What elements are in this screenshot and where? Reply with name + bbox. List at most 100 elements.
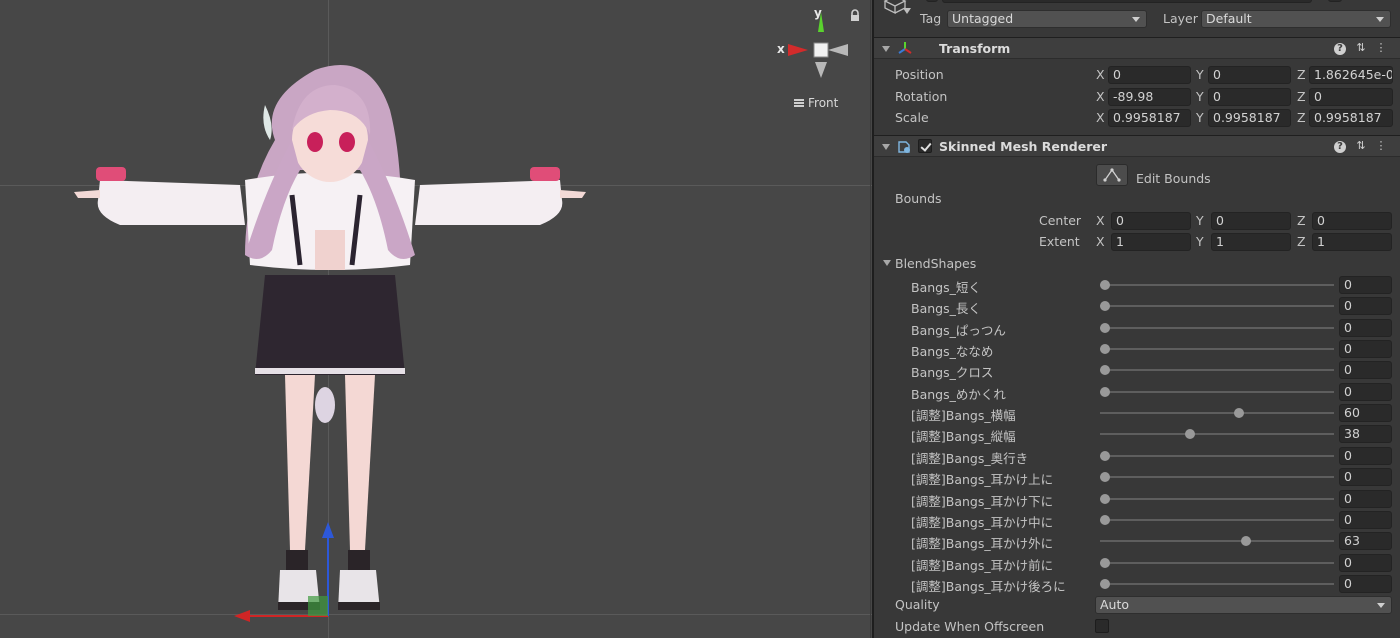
blendshape-value-field[interactable]: 0 <box>1339 297 1392 315</box>
preset-icon[interactable]: ⇅ <box>1354 139 1368 153</box>
static-flag[interactable] <box>1328 0 1342 2</box>
slider-thumb[interactable] <box>1100 280 1110 290</box>
slider-track[interactable] <box>1100 369 1334 371</box>
more-options-icon[interactable]: ⋮ <box>1374 139 1388 153</box>
slider-thumb[interactable] <box>1100 387 1110 397</box>
scene-view[interactable]: y x Front <box>0 0 872 638</box>
center-x-field[interactable]: 0 <box>1111 212 1191 230</box>
renderer-enabled-checkbox[interactable] <box>918 139 932 153</box>
slider-track[interactable] <box>1100 455 1334 457</box>
slider-track[interactable] <box>1100 284 1334 286</box>
blendshape-slider[interactable] <box>1100 573 1334 594</box>
blendshape-slider[interactable] <box>1100 466 1334 487</box>
slider-thumb[interactable] <box>1100 515 1110 525</box>
extent-x-field[interactable]: 1 <box>1111 233 1191 251</box>
blendshape-slider[interactable] <box>1100 509 1334 530</box>
foldout-arrow-icon[interactable] <box>882 144 890 150</box>
name-field[interactable] <box>942 0 1312 3</box>
blendshape-value-field[interactable]: 38 <box>1339 425 1392 443</box>
blendshape-slider[interactable] <box>1100 445 1334 466</box>
blendshape-slider[interactable] <box>1100 530 1334 551</box>
quality-dropdown[interactable]: Auto <box>1095 596 1392 614</box>
slider-thumb[interactable] <box>1185 429 1195 439</box>
slider-thumb[interactable] <box>1100 451 1110 461</box>
blendshapes-label[interactable]: BlendShapes <box>895 256 976 271</box>
scale-z-field[interactable]: 0.9958187 <box>1309 109 1393 127</box>
blendshapes-foldout-icon[interactable] <box>883 260 891 266</box>
slider-thumb[interactable] <box>1100 323 1110 333</box>
slider-track[interactable] <box>1100 498 1334 500</box>
static-checkbox[interactable] <box>926 0 938 2</box>
slider-track[interactable] <box>1100 348 1334 350</box>
cube-dropdown-icon[interactable] <box>903 8 911 14</box>
more-options-icon[interactable]: ⋮ <box>1374 41 1388 55</box>
blendshape-value-field[interactable]: 0 <box>1339 447 1392 465</box>
slider-track[interactable] <box>1100 412 1334 414</box>
slider-thumb[interactable] <box>1100 494 1110 504</box>
blendshape-value-field[interactable]: 63 <box>1339 532 1392 550</box>
slider-track[interactable] <box>1100 305 1334 307</box>
edit-bounds-button[interactable] <box>1096 164 1128 186</box>
slider-track[interactable] <box>1100 583 1334 585</box>
foldout-arrow-icon[interactable] <box>882 46 890 52</box>
blendshape-value-field[interactable]: 0 <box>1339 511 1392 529</box>
rotation-y-field[interactable]: 0 <box>1208 88 1291 106</box>
extent-z-field[interactable]: 1 <box>1312 233 1392 251</box>
slider-track[interactable] <box>1100 562 1334 564</box>
rotation-x-field[interactable]: -89.98 <box>1108 88 1191 106</box>
slider-thumb[interactable] <box>1234 408 1244 418</box>
move-tool-gizmo[interactable] <box>228 516 338 626</box>
blendshape-slider[interactable] <box>1100 402 1334 423</box>
help-icon[interactable]: ? <box>1334 141 1346 153</box>
blendshape-value-field[interactable]: 0 <box>1339 276 1392 294</box>
slider-thumb[interactable] <box>1100 558 1110 568</box>
blendshape-value-field[interactable]: 0 <box>1339 468 1392 486</box>
slider-thumb[interactable] <box>1100 344 1110 354</box>
help-icon[interactable]: ? <box>1334 43 1346 55</box>
tag-dropdown[interactable]: Untagged <box>947 10 1147 28</box>
slider-track[interactable] <box>1100 391 1334 393</box>
slider-track[interactable] <box>1100 540 1334 542</box>
position-x-field[interactable]: 0 <box>1108 66 1191 84</box>
extent-y-field[interactable]: 1 <box>1211 233 1291 251</box>
blendshape-slider[interactable] <box>1100 274 1334 295</box>
blendshape-slider[interactable] <box>1100 423 1334 444</box>
blendshape-slider[interactable] <box>1100 338 1334 359</box>
scale-x-field[interactable]: 0.9958187 <box>1108 109 1191 127</box>
blendshape-value-field[interactable]: 0 <box>1339 383 1392 401</box>
center-z-field[interactable]: 0 <box>1312 212 1392 230</box>
transform-header[interactable]: Transform ? ⇅ ⋮ <box>874 37 1400 59</box>
blendshape-value-field[interactable]: 60 <box>1339 404 1392 422</box>
slider-track[interactable] <box>1100 327 1334 329</box>
scale-y-field[interactable]: 0.9958187 <box>1208 109 1291 127</box>
update-offscreen-checkbox[interactable] <box>1095 619 1109 633</box>
slider-track[interactable] <box>1100 476 1334 478</box>
blendshape-slider[interactable] <box>1100 488 1334 509</box>
blendshape-slider[interactable] <box>1100 381 1334 402</box>
blendshape-value-field[interactable]: 0 <box>1339 340 1392 358</box>
blendshape-slider[interactable] <box>1100 295 1334 316</box>
slider-thumb[interactable] <box>1100 472 1110 482</box>
slider-thumb[interactable] <box>1100 301 1110 311</box>
blendshape-value-field[interactable]: 0 <box>1339 319 1392 337</box>
rotation-z-field[interactable]: 0 <box>1309 88 1393 106</box>
center-y-field[interactable]: 0 <box>1211 212 1291 230</box>
skinned-mesh-renderer-header[interactable]: Skinned Mesh Renderer ? ⇅ ⋮ <box>874 135 1400 157</box>
layer-dropdown[interactable]: Default <box>1201 10 1391 28</box>
slider-thumb[interactable] <box>1100 365 1110 375</box>
slider-thumb[interactable] <box>1100 579 1110 589</box>
position-z-field[interactable]: 1.862645e-0 <box>1309 66 1393 84</box>
blendshape-slider[interactable] <box>1100 359 1334 380</box>
blendshape-value-field[interactable]: 0 <box>1339 554 1392 572</box>
blendshape-value-field[interactable]: 0 <box>1339 361 1392 379</box>
blendshape-slider[interactable] <box>1100 552 1334 573</box>
lock-icon[interactable] <box>849 9 861 23</box>
blendshape-value-field[interactable]: 0 <box>1339 490 1392 508</box>
blendshape-value-field[interactable]: 0 <box>1339 575 1392 593</box>
blendshape-slider[interactable] <box>1100 317 1334 338</box>
position-y-field[interactable]: 0 <box>1208 66 1291 84</box>
slider-track[interactable] <box>1100 519 1334 521</box>
slider-thumb[interactable] <box>1241 536 1251 546</box>
slider-track[interactable] <box>1100 433 1334 435</box>
preset-icon[interactable]: ⇅ <box>1354 41 1368 55</box>
